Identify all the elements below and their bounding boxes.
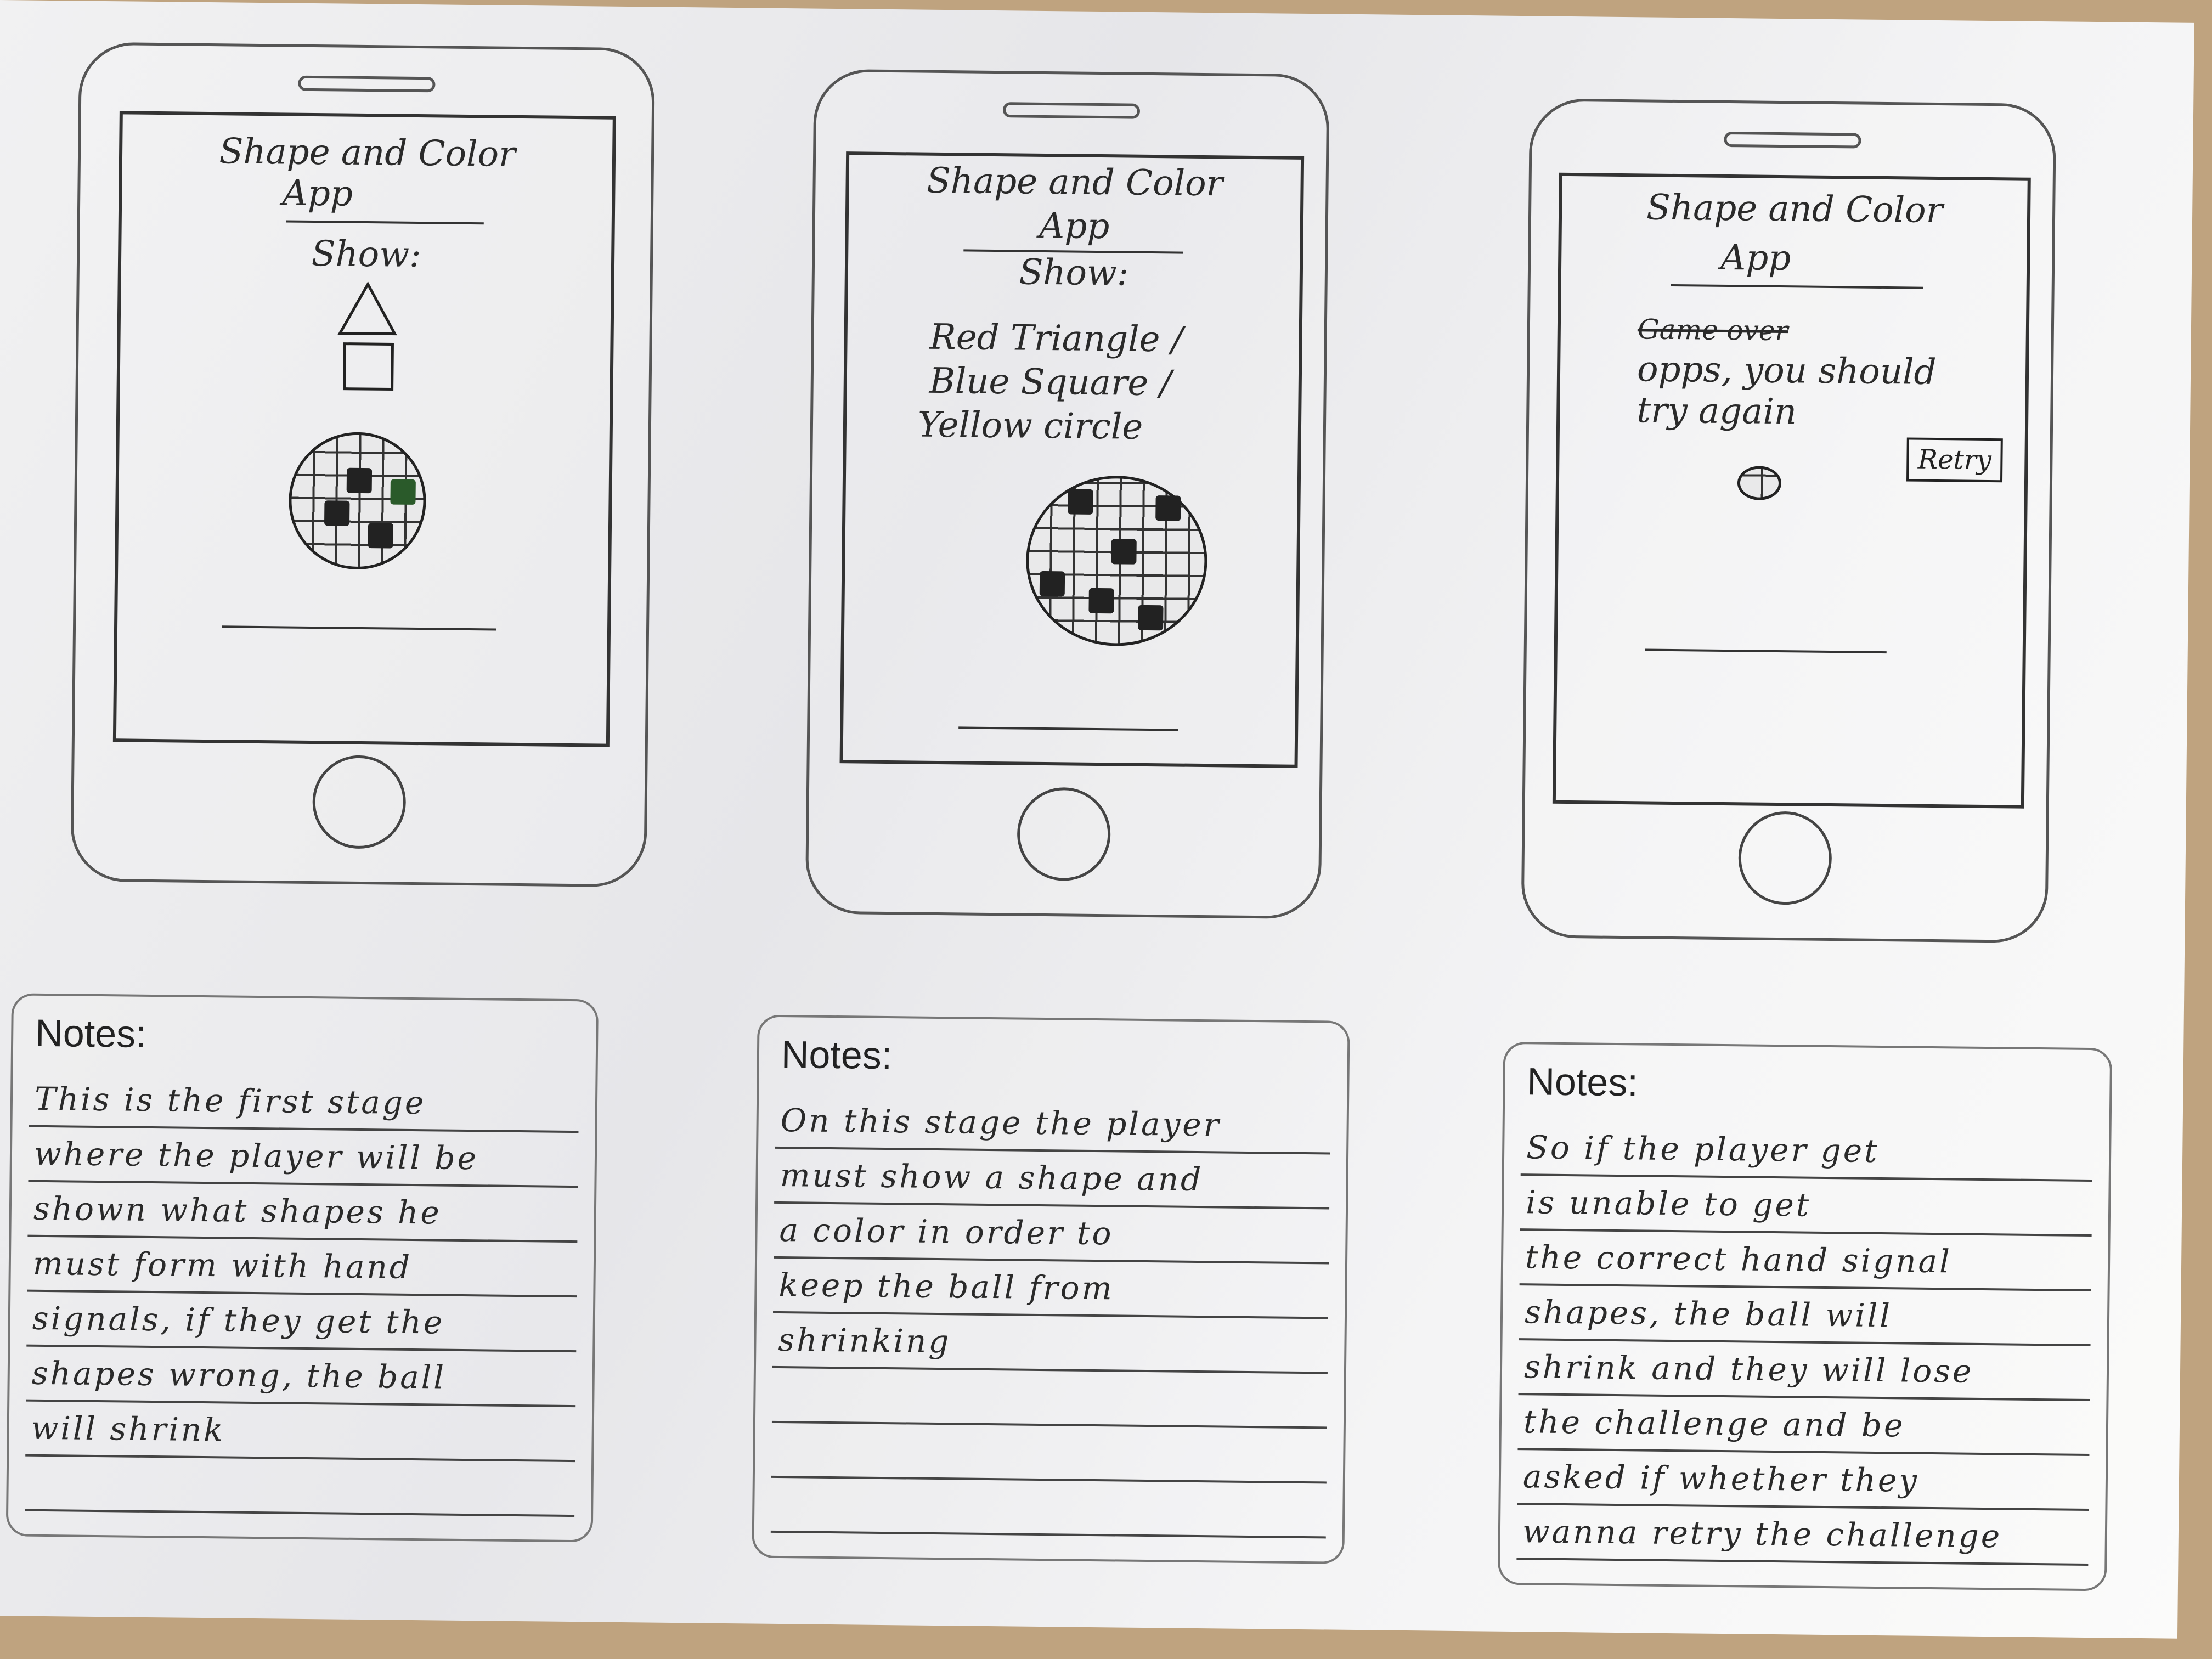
note-line: So if the player get — [1520, 1121, 2093, 1182]
game-ball — [1737, 466, 1782, 501]
notes-card-2: Notes: On this stage the player must sho… — [752, 1014, 1350, 1564]
notes-title: Notes: — [781, 1033, 893, 1077]
home-button-icon[interactable] — [1017, 787, 1111, 882]
error-message: opps, you should — [1637, 349, 1937, 393]
progress-line — [1645, 648, 1887, 654]
note-line — [770, 1477, 1327, 1539]
phone-screen-2: Shape and Color App Show: Red Triangle /… — [839, 151, 1305, 768]
note-line — [771, 1368, 1328, 1429]
notes-card-1: Notes: This is the first stage where the… — [5, 993, 599, 1543]
shape-item-3: Yellow circle — [917, 404, 1143, 448]
note-line — [771, 1423, 1327, 1484]
title-underline — [1671, 284, 1923, 289]
phone-screen-1: Shape and Color App Show: — [112, 111, 616, 747]
app-title: Shape and Color — [219, 131, 516, 175]
game-ball — [1025, 475, 1209, 647]
notes-card-3: Notes: So if the player get is unable to… — [1497, 1041, 2113, 1592]
shape-item-2: Blue Square / — [929, 360, 1172, 404]
notes-lines: On this stage the player must show a sha… — [770, 1093, 1331, 1539]
app-title-app: App — [1720, 237, 1791, 279]
home-button-icon[interactable] — [1737, 811, 1832, 906]
speaker-slot — [1724, 131, 1861, 149]
show-label: Show: — [1019, 252, 1129, 294]
note-line: shown what shapes he — [27, 1182, 578, 1243]
note-line: where the player will be — [28, 1127, 579, 1188]
note-line: signals, if they get the — [26, 1291, 577, 1353]
notes-lines: This is the first stage where the player… — [25, 1072, 579, 1517]
note-line — [25, 1456, 575, 1517]
note-line: the correct hand signal — [1519, 1231, 2092, 1292]
retry-button[interactable]: Retry — [1906, 437, 2003, 483]
progress-line — [222, 625, 496, 631]
home-button-icon[interactable] — [312, 755, 407, 849]
shape-item-1: Red Triangle / — [929, 317, 1183, 360]
title-underline — [286, 220, 484, 225]
note-line: will shrink — [25, 1401, 576, 1463]
triangle-shape-icon — [337, 281, 397, 336]
note-line: is unable to get — [1520, 1176, 2092, 1237]
phone-mockup-2: Shape and Color App Show: Red Triangle /… — [805, 69, 1330, 919]
speaker-slot — [1002, 102, 1141, 119]
notes-lines: So if the player get is unable to get th… — [1516, 1121, 2093, 1566]
struck-text: Game over — [1637, 313, 1788, 347]
speaker-slot — [298, 75, 436, 93]
note-line: must form with hand — [27, 1237, 578, 1298]
square-shape-icon — [343, 342, 394, 391]
phone-screen-3: Shape and Color App Game over opps, you … — [1552, 172, 2031, 809]
note-line: shapes, the ball will — [1519, 1285, 2091, 1347]
app-title: Shape and Color — [1646, 187, 1943, 232]
note-line: must show a shape and — [774, 1148, 1330, 1210]
note-line: On this stage the player — [775, 1093, 1331, 1155]
note-line: This is the first stage — [29, 1072, 579, 1133]
note-line: a color in order to — [774, 1203, 1330, 1265]
phone-mockup-3: Shape and Color App Game over opps, you … — [1521, 98, 2057, 944]
app-title: Shape and Color — [926, 160, 1223, 205]
note-line: shapes wrong, the ball — [26, 1346, 577, 1408]
notes-title: Notes: — [35, 1011, 146, 1056]
note-line: the challenge and be — [1517, 1395, 2090, 1457]
note-line: shrink and they will lose — [1518, 1340, 2091, 1402]
error-message-2: try again — [1636, 390, 1797, 433]
note-line: wanna retry the challenge — [1516, 1505, 2089, 1566]
app-title-app: App — [282, 173, 353, 215]
game-ball — [288, 431, 427, 571]
note-line: asked if whether they — [1517, 1450, 2090, 1511]
show-label: Show: — [311, 233, 422, 276]
progress-line — [958, 726, 1178, 731]
note-line: shrinking — [772, 1313, 1328, 1374]
paper-sheet: Shape and Color App Show: Shape and Colo… — [0, 0, 2194, 1639]
app-title-app: App — [1039, 205, 1110, 247]
phone-mockup-1: Shape and Color App Show: — [70, 42, 656, 888]
notes-title: Notes: — [1527, 1060, 1639, 1104]
note-line: keep the ball from — [773, 1258, 1329, 1319]
